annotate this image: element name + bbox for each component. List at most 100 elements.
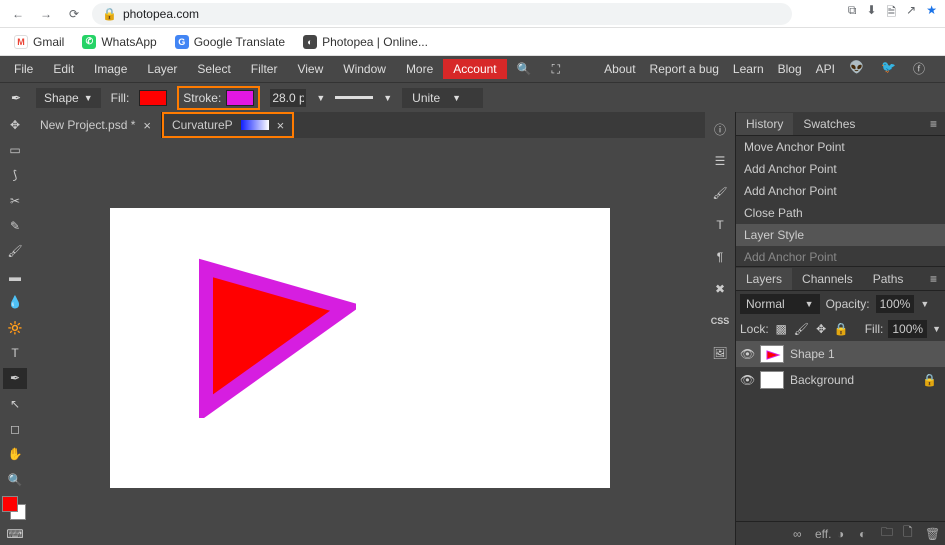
menu-layer[interactable]: Layer [137, 59, 187, 79]
path-operation-dropdown[interactable]: Unite▼ [402, 88, 483, 108]
tab-new-project[interactable]: New Project.psd * × [30, 112, 162, 138]
marquee-tool[interactable]: ▭ [3, 139, 27, 160]
blend-mode-dropdown[interactable]: Normal▼ [740, 294, 820, 314]
menu-account[interactable]: Account [443, 59, 506, 79]
share-icon[interactable]: ↗ [906, 3, 916, 24]
tab-channels[interactable]: Channels [792, 268, 863, 290]
menu-view[interactable]: View [287, 59, 333, 79]
canvas-area[interactable] [30, 138, 705, 545]
history-item[interactable]: Move Anchor Point [736, 136, 945, 158]
menu-image[interactable]: Image [84, 59, 137, 79]
keyboard-icon[interactable]: ⌨ [3, 524, 27, 545]
character-panel-icon[interactable]: T [709, 214, 731, 236]
fill-color-swatch[interactable] [139, 90, 167, 106]
link-about[interactable]: About [604, 62, 635, 76]
visibility-toggle-icon[interactable]: 👁 [740, 373, 754, 387]
color-picker[interactable] [2, 496, 28, 519]
panel-menu-icon[interactable]: ≡ [922, 117, 945, 131]
stroke-style-preview[interactable] [335, 96, 373, 99]
gradient-tool[interactable]: ▬ [3, 266, 27, 287]
actions-panel-icon[interactable]: ✖ [709, 278, 731, 300]
new-layer-icon[interactable]: 🗋 [903, 523, 917, 544]
forward-button[interactable]: → [36, 4, 56, 24]
link-report-bug[interactable]: Report a bug [650, 62, 719, 76]
panel-menu-icon[interactable]: ≡ [922, 272, 945, 286]
paragraph-panel-icon[interactable]: ¶ [709, 246, 731, 268]
brush-tool[interactable]: 🖌 [3, 241, 27, 262]
fill-stepper[interactable]: ▼ [932, 324, 941, 334]
menu-select[interactable]: Select [187, 59, 240, 79]
menu-file[interactable]: File [4, 59, 43, 79]
opacity-stepper[interactable]: ▼ [920, 299, 929, 309]
blur-tool[interactable]: 💧 [3, 292, 27, 313]
lasso-tool[interactable]: ⟆ [3, 165, 27, 186]
twitter-icon[interactable]: 🐦 [881, 60, 899, 78]
image-panel-icon[interactable]: 🖼 [709, 342, 731, 364]
reload-button[interactable]: ⟳ [64, 4, 84, 24]
stroke-width-stepper[interactable]: ▼ [316, 93, 325, 103]
move-tool[interactable]: ✥ [3, 114, 27, 135]
type-tool[interactable]: T [3, 342, 27, 363]
layer-background[interactable]: 👁 Background 🔒 [736, 367, 945, 393]
link-learn[interactable]: Learn [733, 62, 764, 76]
tab-history[interactable]: History [736, 113, 793, 135]
history-item[interactable]: Add Anchor Point [736, 158, 945, 180]
foreground-color[interactable] [2, 496, 18, 512]
delete-layer-icon[interactable]: 🗑 [925, 527, 939, 541]
adjustments-icon[interactable]: ☰ [709, 150, 731, 172]
hand-tool[interactable]: ✋ [3, 444, 27, 465]
canvas[interactable] [110, 208, 610, 488]
css-panel-icon[interactable]: CSS [709, 310, 731, 332]
bookmark-whatsapp[interactable]: ✆WhatsApp [82, 35, 156, 49]
visibility-toggle-icon[interactable]: 👁 [740, 347, 754, 361]
bookmark-star-icon[interactable]: ★ [926, 3, 937, 24]
layer-thumbnail[interactable] [760, 345, 784, 363]
menu-filter[interactable]: Filter [241, 59, 288, 79]
path-select-tool[interactable]: ↖ [3, 393, 27, 414]
link-blog[interactable]: Blog [778, 62, 802, 76]
install-icon[interactable]: ⧉ [848, 3, 857, 24]
download-icon[interactable]: ⬇ [866, 3, 876, 24]
zoom-tool[interactable]: 🔍 [3, 469, 27, 490]
address-bar[interactable]: 🔒 photopea.com [92, 3, 792, 25]
bookmark-google-translate[interactable]: GGoogle Translate [175, 35, 285, 49]
tab-paths[interactable]: Paths [863, 268, 914, 290]
shape-triangle[interactable] [196, 258, 356, 418]
link-layers-icon[interactable]: ∞ [793, 527, 807, 541]
history-item[interactable]: Close Path [736, 202, 945, 224]
stroke-width-input[interactable] [270, 89, 306, 107]
copy-icon[interactable]: 🗎 [887, 3, 897, 24]
adjustment-layer-icon[interactable]: ◐ [859, 527, 873, 541]
tab-layers[interactable]: Layers [736, 268, 792, 290]
layer-effects-icon[interactable]: eff. [815, 527, 829, 541]
lock-all-icon[interactable]: 🔒 [834, 322, 849, 337]
new-folder-icon[interactable]: 🗀 [881, 523, 895, 544]
menu-window[interactable]: Window [333, 59, 396, 79]
pen-tool[interactable]: ✒ [3, 368, 27, 389]
layer-shape1[interactable]: 👁 Shape 1 [736, 341, 945, 367]
tab-curvature[interactable]: CurvatureP × [162, 112, 294, 138]
shape-tool[interactable]: ◻ [3, 418, 27, 439]
crop-tool[interactable]: ✂ [3, 190, 27, 211]
lock-pixels-icon[interactable]: 🖌 [794, 322, 809, 337]
bookmark-photopea[interactable]: ◐Photopea | Online... [303, 35, 428, 49]
history-item[interactable]: Add Anchor Point [736, 246, 945, 268]
close-icon[interactable]: × [143, 118, 151, 133]
history-item[interactable]: Layer Style [736, 224, 945, 246]
eyedropper-tool[interactable]: ✎ [3, 215, 27, 236]
layer-fill-value[interactable]: 100% [888, 320, 927, 338]
shape-mode-dropdown[interactable]: Shape▼ [36, 88, 101, 108]
dodge-tool[interactable]: 🔆 [3, 317, 27, 338]
layer-mask-icon[interactable]: ◑ [837, 527, 851, 541]
tab-swatches[interactable]: Swatches [793, 113, 865, 135]
bookmark-gmail[interactable]: MGmail [14, 35, 64, 49]
history-item[interactable]: Add Anchor Point [736, 180, 945, 202]
link-api[interactable]: API [816, 62, 835, 76]
info-panel-icon[interactable]: ⓘ [709, 118, 731, 140]
menu-edit[interactable]: Edit [43, 59, 84, 79]
menu-more[interactable]: More [396, 59, 443, 79]
search-icon[interactable]: 🔍 [507, 59, 542, 79]
stroke-style-dropdown[interactable]: ▼ [383, 93, 392, 103]
fullscreen-icon[interactable]: ⛶ [542, 59, 570, 80]
lock-position-icon[interactable]: ✥ [814, 322, 829, 337]
